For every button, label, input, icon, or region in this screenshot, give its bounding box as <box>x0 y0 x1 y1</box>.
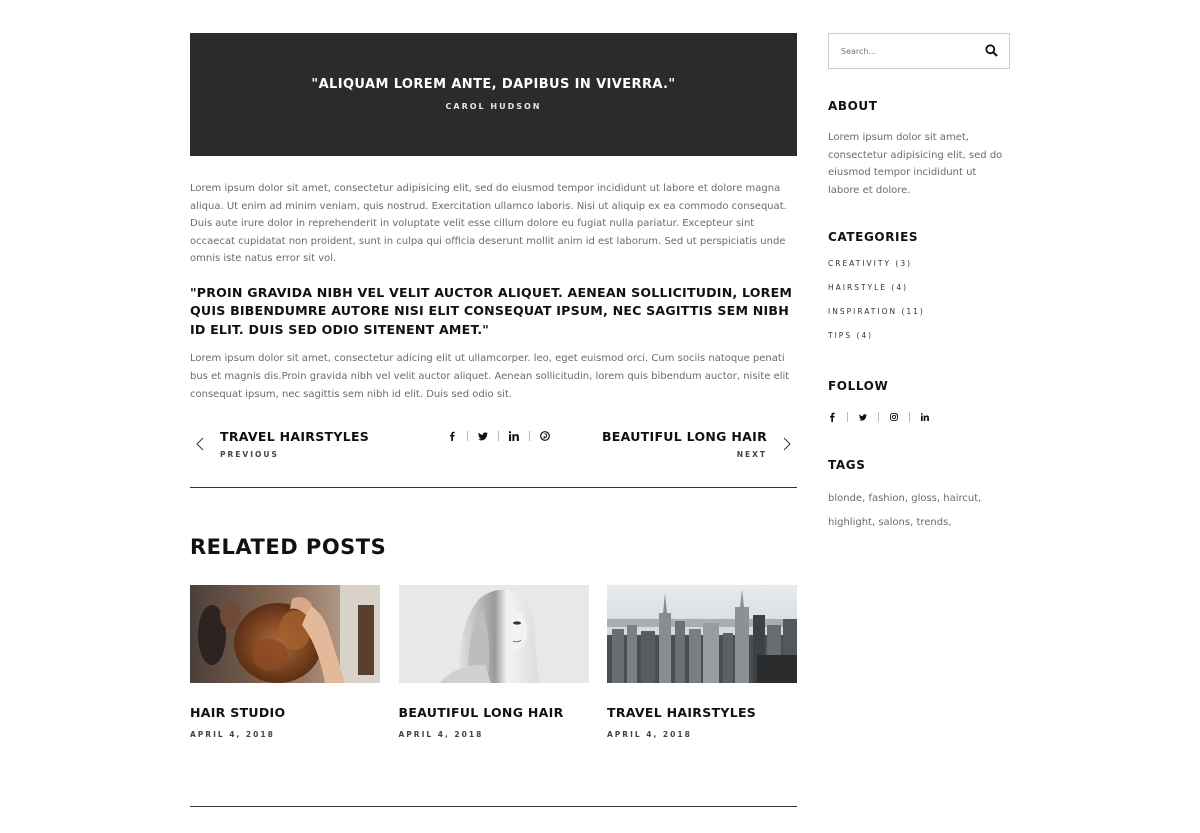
categories-list: CREATIVITY (3) HAIRSTYLE (4) INSPIRATION… <box>828 259 1010 355</box>
share-separator <box>498 431 499 442</box>
article-paragraph-2: Lorem ipsum dolor sit amet, consectetur … <box>190 353 790 400</box>
about-text: Lorem ipsum dolor sit amet, consectetur … <box>828 132 1003 196</box>
chevron-right-icon <box>777 429 797 459</box>
related-posts-heading: RELATED POSTS <box>190 535 387 560</box>
related-post-title[interactable]: BEAUTIFUL LONG HAIR <box>399 705 589 720</box>
pinterest-icon[interactable] <box>538 429 552 443</box>
search-input[interactable] <box>829 34 969 68</box>
next-post-title: BEAUTIFUL LONG HAIR <box>601 429 767 445</box>
post-navigation: TRAVEL HAIRSTYLES PREVIOUS BEAUTIFUL LON… <box>190 429 797 477</box>
follow-separator <box>847 412 848 423</box>
share-separator <box>467 431 468 442</box>
next-post-link[interactable]: BEAUTIFUL LONG HAIR NEXT <box>602 429 797 459</box>
tags-heading: TAGS <box>828 458 866 473</box>
linkedin-icon[interactable] <box>507 429 521 443</box>
twitter-icon[interactable] <box>476 429 490 443</box>
category-item-creativity[interactable]: CREATIVITY (3) <box>828 259 1010 283</box>
next-label: NEXT <box>736 450 767 460</box>
section-divider <box>190 487 797 489</box>
previous-post-title: TRAVEL HAIRSTYLES <box>220 429 370 445</box>
category-item-tips[interactable]: TIPS (4) <box>828 331 1010 355</box>
twitter-icon[interactable] <box>859 410 867 424</box>
sidebar: ABOUT Lorem ipsum dolor sit amet, consec… <box>828 33 1010 535</box>
related-post-card[interactable]: TRAVEL HAIRSTYLES APRIL 4, 2018 <box>607 585 797 739</box>
category-item-hairstyle[interactable]: HAIRSTYLE (4) <box>828 283 1010 307</box>
category-item-inspiration[interactable]: INSPIRATION (11) <box>828 307 1010 331</box>
quote-banner: "ALIQUAM LOREM ANTE, DAPIBUS IN VIVERRA.… <box>190 33 797 156</box>
related-post-date: APRIL 4, 2018 <box>190 730 275 740</box>
related-post-date: APRIL 4, 2018 <box>607 730 692 740</box>
previous-post-link[interactable]: TRAVEL HAIRSTYLES PREVIOUS <box>190 429 369 459</box>
previous-label: PREVIOUS <box>220 450 279 460</box>
related-posts-grid: HAIR STUDIO APRIL 4, 2018 BEAUTIFUL LONG… <box>190 585 797 739</box>
related-post-card[interactable]: HAIR STUDIO APRIL 4, 2018 <box>190 585 380 739</box>
related-post-date: APRIL 4, 2018 <box>398 730 484 740</box>
search-box <box>828 33 1010 69</box>
follow-heading: FOLLOW <box>828 379 889 394</box>
about-heading: ABOUT <box>828 99 878 113</box>
main-content: "ALIQUAM LOREM ANTE, DAPIBUS IN VIVERRA.… <box>190 33 797 739</box>
quote-text: "ALIQUAM LOREM ANTE, DAPIBUS IN VIVERRA.… <box>311 77 676 92</box>
section-divider-bottom <box>190 806 797 807</box>
related-post-title[interactable]: TRAVEL HAIRSTYLES <box>607 705 797 720</box>
follow-separator <box>909 412 910 423</box>
instagram-icon[interactable] <box>890 410 898 424</box>
facebook-icon[interactable] <box>828 410 836 424</box>
chevron-left-icon <box>190 429 210 459</box>
linkedin-icon[interactable] <box>921 410 929 424</box>
related-post-title[interactable]: HAIR STUDIO <box>190 705 380 720</box>
categories-heading: CATEGORIES <box>828 230 919 245</box>
quote-author: CAROL HUDSON <box>445 102 542 111</box>
post-thumbnail-long-hair[interactable] <box>398 585 589 684</box>
post-thumbnail-salon[interactable] <box>190 585 380 684</box>
article-paragraph-1: Lorem ipsum dolor sit amet, consectetur … <box>190 183 787 265</box>
tags-list[interactable]: blonde, fashion, gloss, haircut, highlig… <box>828 487 1010 535</box>
facebook-icon[interactable] <box>445 429 459 443</box>
post-thumbnail-city[interactable] <box>607 585 797 684</box>
article-pull-quote: "PROIN GRAVIDA NIBH VEL VELIT AUCTOR ALI… <box>190 284 793 337</box>
related-post-card[interactable]: BEAUTIFUL LONG HAIR APRIL 4, 2018 <box>398 585 589 740</box>
follow-icons <box>828 410 1010 424</box>
share-icons <box>445 429 552 443</box>
search-icon[interactable] <box>985 44 999 58</box>
share-separator <box>529 431 530 442</box>
follow-separator <box>878 412 879 423</box>
